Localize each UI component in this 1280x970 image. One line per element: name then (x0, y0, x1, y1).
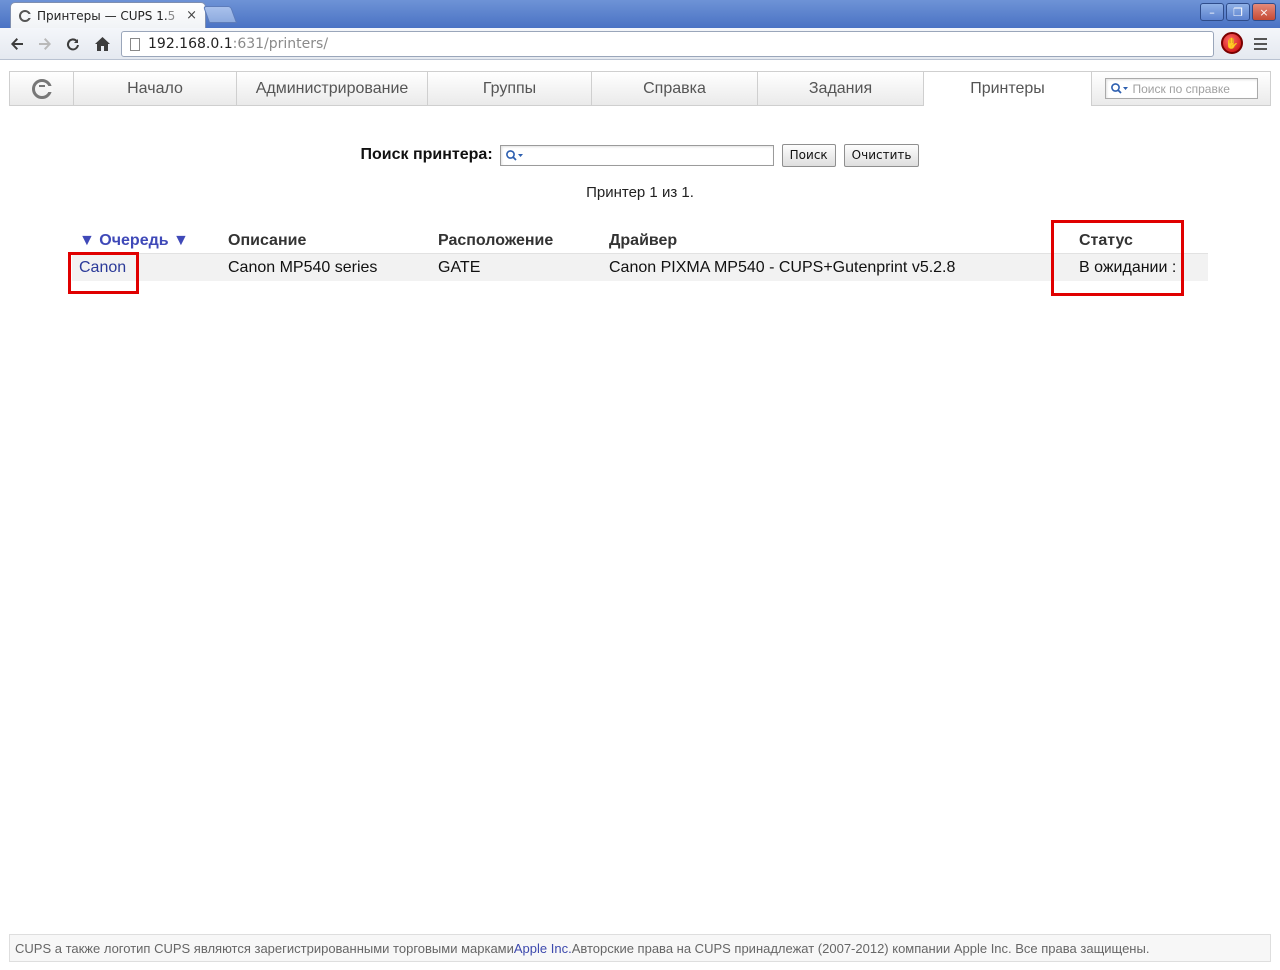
search-button[interactable]: Поиск (781, 143, 836, 167)
help-search-input[interactable] (1129, 81, 1254, 96)
minimize-window-button[interactable]: – (1200, 3, 1224, 21)
home-button[interactable] (90, 32, 114, 56)
column-header-description: Описание (228, 232, 307, 249)
footer-text-after: Авторские права на CUPS принадлежат (200… (571, 940, 1150, 956)
footer: CUPS а также логотип CUPS являются зарег… (9, 934, 1271, 962)
browser-titlebar: Принтеры — CUPS 1.5 × – ❐ × (0, 0, 1280, 28)
printer-queue-link[interactable]: Canon (79, 259, 126, 277)
url-path: :631/printers/ (232, 36, 329, 52)
printer-search-form: Поиск принтера: Поиск Очистить (0, 142, 1280, 168)
page-icon (130, 37, 140, 51)
window-controls: – ❐ × (1200, 3, 1276, 21)
column-header-status: Статус (1079, 232, 1133, 249)
tab-classes[interactable]: Группы (428, 72, 592, 105)
column-header-driver: Драйвер (609, 232, 678, 249)
new-tab-button[interactable] (202, 6, 238, 23)
printer-status: В ожидании : (1079, 259, 1177, 276)
help-search-container (1092, 72, 1270, 105)
printer-location: GATE (438, 259, 481, 276)
cups-nav-bar: Начало Администрирование Группы Справка … (9, 71, 1271, 106)
column-header-queue[interactable]: ▼ Очередь ▼ (79, 232, 189, 250)
reload-icon (66, 38, 79, 51)
result-count: Принтер 1 из 1. (586, 184, 694, 201)
printer-driver: Canon PIXMA MP540 - CUPS+Gutenprint v5.2… (609, 259, 956, 276)
tab-title: Принтеры — CUPS 1.5 (37, 8, 176, 23)
forward-button[interactable] (33, 32, 57, 56)
printer-search-input[interactable] (524, 146, 769, 164)
column-header-location: Расположение (438, 232, 554, 249)
address-bar[interactable]: 192.168.0.1:631/printers/ (121, 31, 1214, 57)
close-window-button[interactable]: × (1252, 3, 1276, 21)
printer-search-label: Поиск принтера: (360, 146, 493, 163)
back-arrow-icon (11, 38, 23, 50)
cups-logo[interactable] (10, 72, 74, 105)
tab-home[interactable]: Начало (74, 72, 237, 105)
browser-toolbar: 192.168.0.1:631/printers/ ✋ (0, 28, 1280, 60)
footer-text-before: CUPS а также логотип CUPS являются зарег… (15, 940, 514, 956)
url-host: 192.168.0.1 (148, 36, 233, 52)
apple-link[interactable]: Apple Inc. (514, 941, 572, 956)
cups-logo-icon (31, 78, 53, 99)
tab-printers[interactable]: Принтеры (924, 71, 1092, 106)
help-search-box[interactable] (1104, 78, 1258, 99)
printer-description: Canon MP540 series (228, 259, 378, 276)
search-icon (1110, 82, 1130, 95)
back-button[interactable] (5, 32, 29, 56)
tab-help[interactable]: Справка (592, 72, 758, 105)
reload-button[interactable] (61, 32, 85, 56)
cups-favicon-icon (19, 9, 31, 22)
printer-search-box[interactable] (499, 144, 774, 166)
clear-button[interactable]: Очистить (843, 143, 920, 167)
tab-jobs[interactable]: Задания (758, 72, 924, 105)
search-icon (505, 149, 525, 162)
home-icon (94, 37, 110, 51)
adblock-icon[interactable]: ✋ (1221, 32, 1243, 54)
restore-window-button[interactable]: ❐ (1226, 3, 1250, 21)
table-row: Canon Canon MP540 series GATE Canon PIXM… (72, 253, 1208, 281)
wrench-menu-icon[interactable] (1250, 34, 1270, 54)
forward-arrow-icon (39, 38, 51, 50)
browser-tab-printers[interactable]: Принтеры — CUPS 1.5 × (10, 2, 206, 28)
tab-administration[interactable]: Администрирование (237, 72, 428, 105)
tab-close-icon[interactable]: × (186, 8, 197, 23)
